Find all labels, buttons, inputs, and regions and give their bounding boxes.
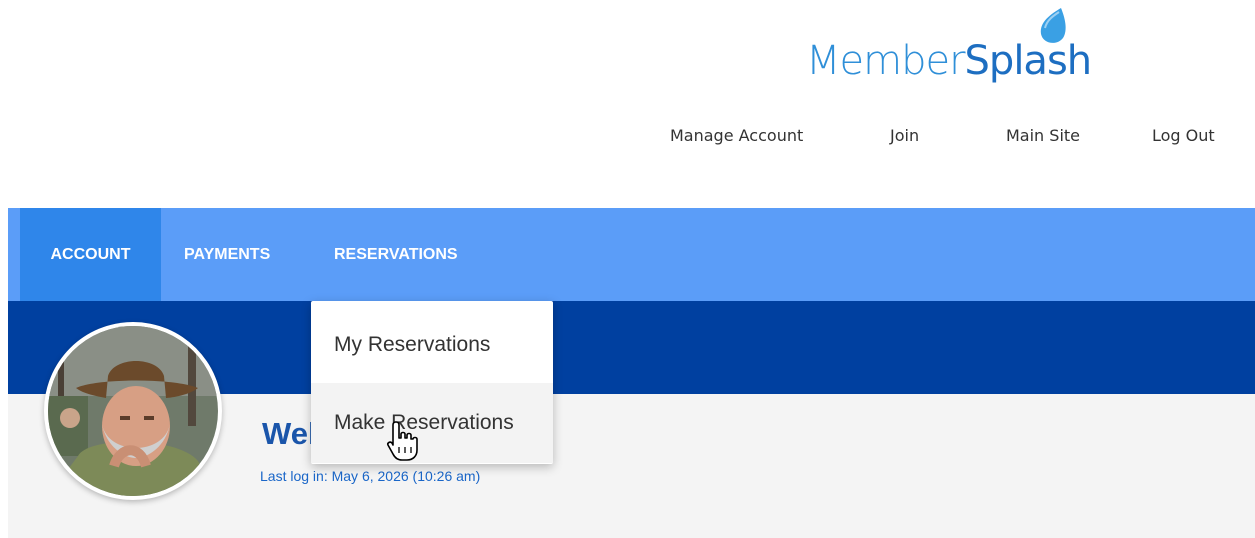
reservations-dropdown-menu: My Reservations Make Reservations	[311, 301, 553, 464]
hand-pointer-cursor-icon	[387, 421, 418, 461]
join-link[interactable]: Join	[890, 126, 919, 145]
water-drop-icon	[1040, 8, 1066, 43]
avatar-photo	[48, 326, 218, 496]
logo-word-splash: Splash	[964, 38, 1093, 84]
manage-account-link[interactable]: Manage Account	[670, 126, 803, 145]
log-out-link[interactable]: Log Out	[1152, 126, 1215, 145]
menu-item-make-reservations[interactable]: Make Reservations	[311, 383, 553, 463]
menu-item-my-reservations[interactable]: My Reservations	[311, 305, 553, 385]
member-splash-logo[interactable]: MemberSplash	[806, 6, 1106, 90]
last-login-text: Last log in: May 6, 2026 (10:26 am)	[260, 468, 481, 484]
logo-word-member: Member	[806, 38, 966, 84]
main-nav-bar: ACCOUNT PAYMENTS RESERVATIONS	[8, 208, 1255, 301]
main-site-link[interactable]: Main Site	[1006, 126, 1080, 145]
nav-tab-account[interactable]: ACCOUNT	[20, 208, 161, 301]
user-avatar[interactable]	[44, 322, 222, 500]
top-utility-links: Manage Account Join Main Site Log Out	[0, 126, 1255, 150]
nav-tab-payments[interactable]: PAYMENTS	[184, 208, 270, 301]
nav-tab-reservations[interactable]: RESERVATIONS	[334, 208, 458, 301]
